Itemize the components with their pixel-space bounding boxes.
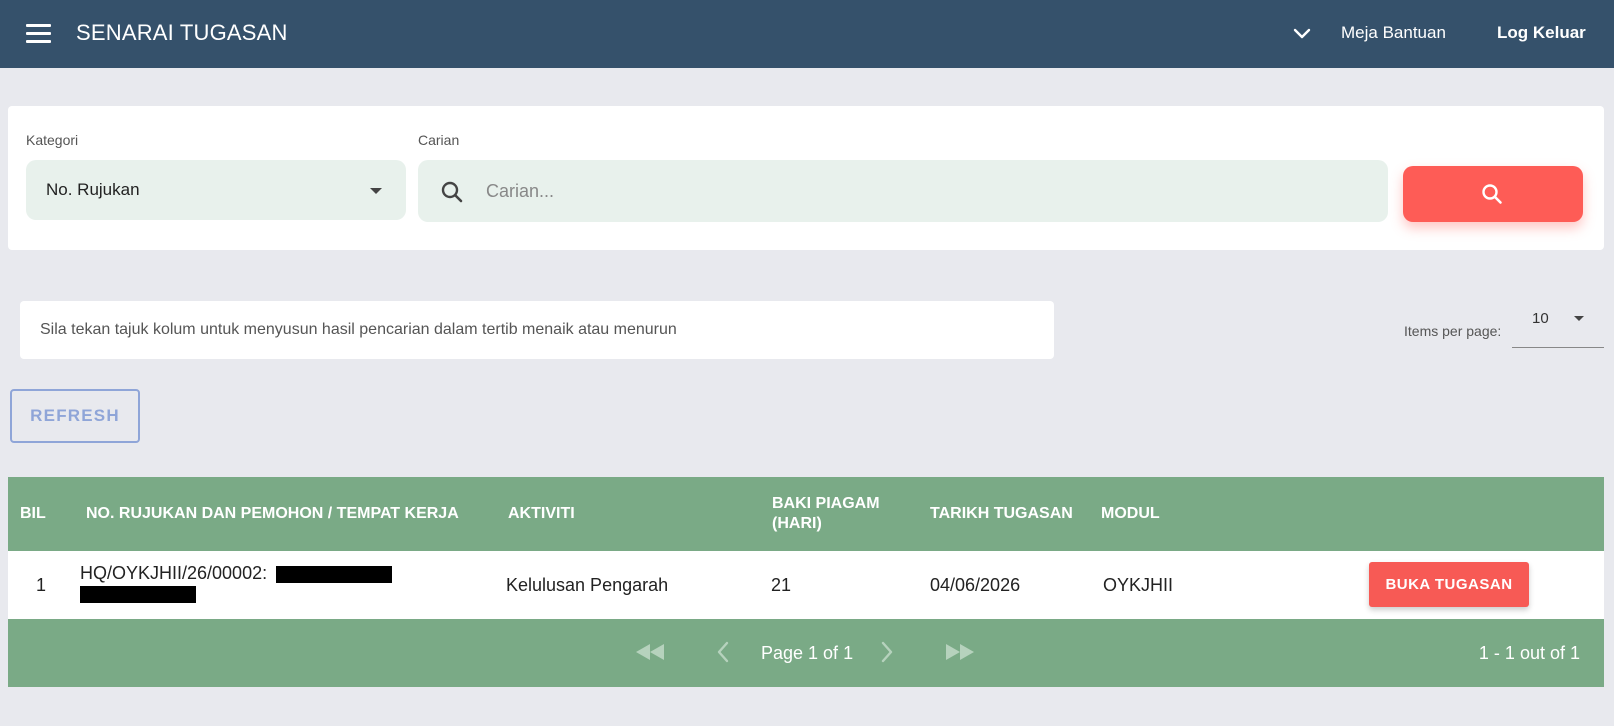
chevron-down-icon[interactable] [1292, 24, 1312, 44]
items-per-page-value: 10 [1532, 310, 1549, 327]
cell-modul: OYKJHII [1103, 575, 1174, 595]
redacted-block [80, 585, 196, 603]
page-title: SENARAI TUGASAN [76, 20, 288, 45]
search-label: Carian [418, 132, 460, 148]
category-select[interactable]: No. Rujukan [26, 160, 406, 220]
cell-bil: 1 [36, 575, 47, 595]
search-field [418, 160, 1388, 222]
last-page-icon[interactable] [944, 641, 976, 663]
table-pagination: Page 1 of 1 1 - 1 out of 1 [8, 619, 1604, 687]
items-per-page-select[interactable]: 10 [1512, 302, 1604, 348]
table-header: BIL NO. RUJUKAN DAN PEMOHON / TEMPAT KER… [8, 477, 1604, 551]
open-task-button[interactable]: BUKA TUGASAN [1369, 562, 1529, 607]
column-header-baki[interactable]: BAKI PIAGAM (HARI) [772, 494, 880, 534]
cell-rujukan: HQ/OYKJHII/26/00002: [80, 563, 393, 603]
search-panel: Kategori No. Rujukan Carian [8, 106, 1604, 250]
category-label: Kategori [26, 132, 79, 148]
search-icon [441, 181, 463, 203]
search-icon [1482, 184, 1502, 204]
column-header-modul[interactable]: MODUL [1101, 504, 1160, 524]
sort-hint-box: Sila tekan tajuk kolum untuk menyusun ha… [20, 301, 1054, 359]
column-header-baki-line2: (HARI) [772, 515, 822, 532]
prev-page-icon[interactable] [715, 641, 731, 663]
task-table: BIL NO. RUJUKAN DAN PEMOHON / TEMPAT KER… [8, 477, 1604, 687]
cell-tarikh: 04/06/2026 [930, 575, 1021, 595]
table-row: 1 HQ/OYKJHII/26/00002: Kelulusan Pengara… [8, 551, 1604, 619]
page-indicator: Page 1 of 1 [761, 643, 854, 663]
category-value: No. Rujukan [46, 180, 140, 199]
column-header-aktiviti[interactable]: AKTIVITI [508, 504, 575, 524]
column-header-rujukan[interactable]: NO. RUJUKAN DAN PEMOHON / TEMPAT KERJA [86, 504, 459, 524]
items-per-page-label: Items per page: [1404, 323, 1502, 339]
top-app-bar: SENARAI TUGASAN Meja Bantuan Log Keluar [0, 0, 1614, 68]
next-page-icon[interactable] [879, 641, 895, 663]
menu-icon[interactable] [26, 24, 51, 44]
range-indicator: 1 - 1 out of 1 [1478, 643, 1580, 663]
search-input[interactable] [486, 160, 1366, 222]
logout-link[interactable]: Log Keluar [1497, 23, 1586, 43]
cell-baki: 21 [771, 575, 792, 595]
column-header-tarikh[interactable]: TARIKH TUGASAN [930, 504, 1073, 524]
first-page-icon[interactable] [634, 641, 666, 663]
sort-hint-text: Sila tekan tajuk kolum untuk menyusun ha… [40, 321, 677, 338]
column-header-bil[interactable]: BIL [20, 504, 46, 524]
column-header-baki-line1: BAKI PIAGAM [772, 495, 880, 512]
help-desk-link[interactable]: Meja Bantuan [1341, 23, 1446, 43]
cell-aktiviti: Kelulusan Pengarah [506, 575, 669, 595]
redacted-block [276, 565, 393, 583]
refresh-button[interactable]: REFRESH [10, 389, 140, 443]
reference-number: HQ/OYKJHII/26/00002: [80, 563, 268, 583]
caret-down-icon [370, 188, 382, 194]
search-button[interactable] [1403, 166, 1583, 222]
caret-down-icon [1574, 316, 1584, 321]
